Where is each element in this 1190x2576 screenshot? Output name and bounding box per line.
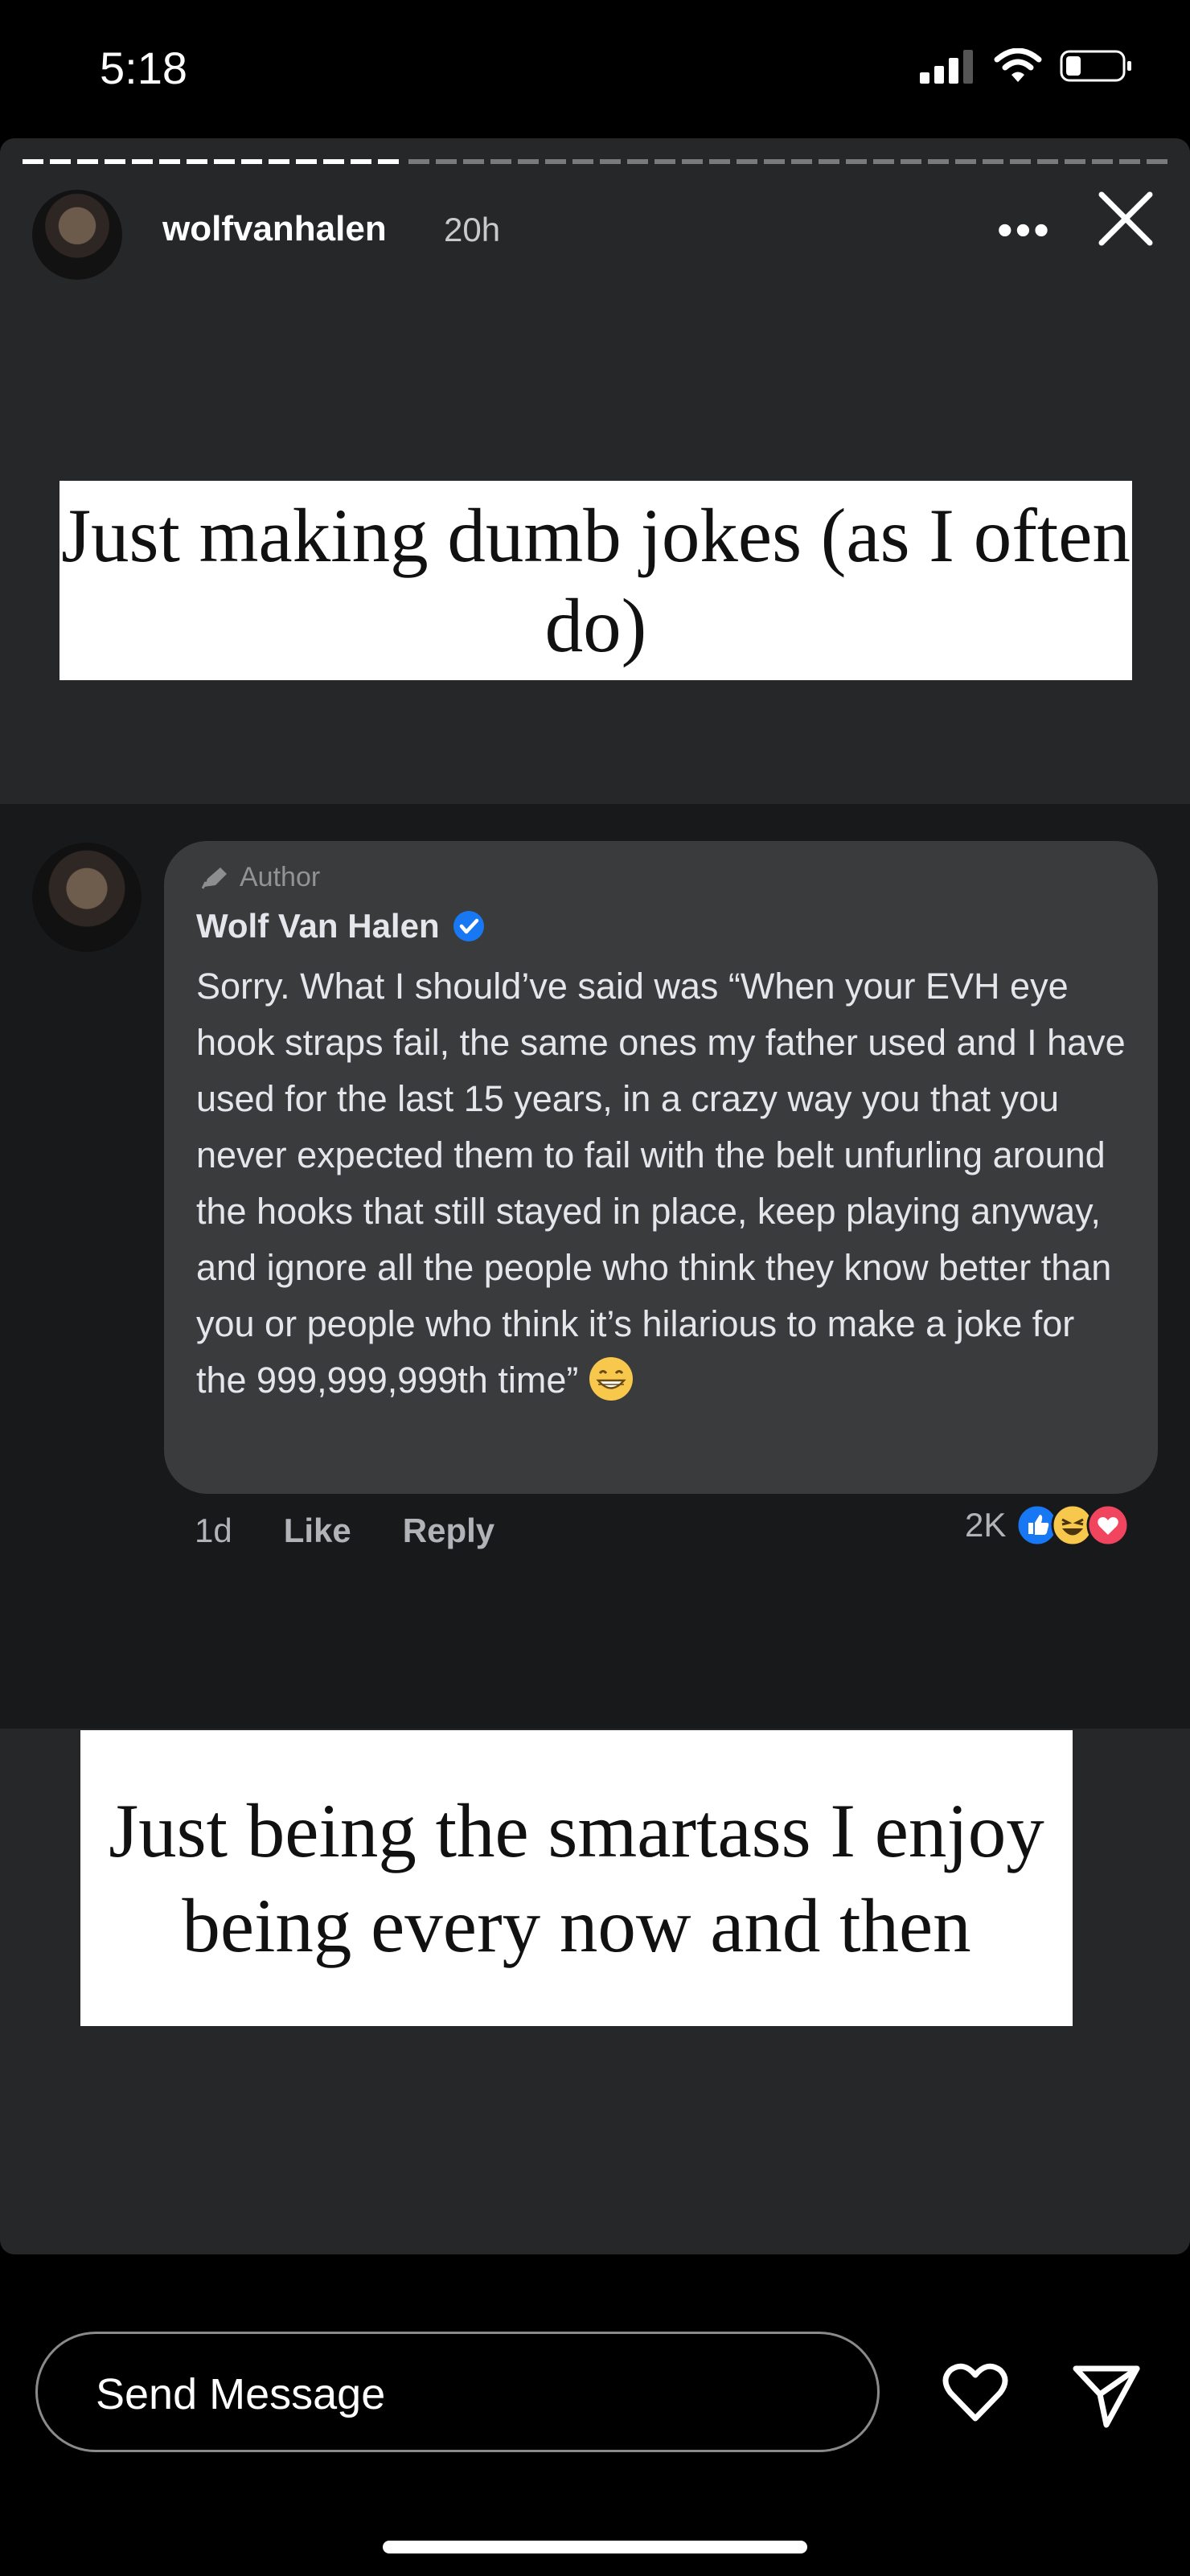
comment-age: 1d [195,1512,232,1549]
signal-icon [920,50,973,84]
story-viewer[interactable]: wolfvanhalen 20h ••• Just making dumb jo… [0,138,1190,2254]
caption-bottom: Just being the smartass I enjoy being ev… [80,1730,1073,2026]
send-icon[interactable] [1069,2359,1142,2431]
author-tag: Author [199,862,320,893]
more-options-icon[interactable]: ••• [997,207,1052,252]
send-message-input[interactable]: Send Message [35,2332,880,2452]
love-icon [1086,1503,1130,1547]
story-timestamp: 20h [444,211,501,248]
comment-actions: 1d Like Reply [195,1512,494,1550]
reaction-count: 2K [965,1506,1007,1544]
caption-top-text: Just making dumb jokes (as I often do) [61,493,1130,668]
comment-avatar [32,843,142,952]
close-icon[interactable] [1094,187,1158,251]
like-button: Like [283,1512,351,1549]
caption-top: Just making dumb jokes (as I often do) [60,481,1132,680]
story-avatar[interactable] [32,190,122,280]
status-icons [920,48,1134,84]
story-username[interactable]: wolfvanhalen [162,209,387,249]
comment-screenshot: Author Wolf Van Halen Sorry. What I shou… [0,804,1190,1729]
pencil-icon [201,867,227,889]
comment-author: Wolf Van Halen [196,907,485,945]
heart-icon[interactable] [939,2356,1012,2428]
caption-bottom-text: Just being the smartass I enjoy being ev… [109,1788,1044,1968]
battery-icon [1060,50,1131,82]
grin-emoji-icon [589,1357,634,1401]
send-message-placeholder: Send Message [96,2370,386,2418]
home-indicator[interactable] [383,2541,807,2553]
author-tag-label: Author [240,862,321,892]
story-progress-bar [23,159,1167,164]
status-bar: 5:18 [0,0,1190,137]
status-time: 5:18 [100,43,187,93]
reply-button: Reply [402,1512,495,1549]
story-header: wolfvanhalen 20h ••• [32,187,1158,280]
comment-text: Sorry. What I should’ve said was “When y… [196,958,1129,1409]
verified-badge-icon [453,911,484,941]
wifi-icon [994,48,1042,82]
comment-bubble: Author Wolf Van Halen Sorry. What I shou… [164,841,1158,1494]
reply-bar: Send Message [0,2275,1190,2576]
reaction-summary: 2K [965,1503,1130,1547]
comment-body: Sorry. What I should’ve said was “When y… [196,966,1126,1401]
author-name-text: Wolf Van Halen [196,907,440,945]
